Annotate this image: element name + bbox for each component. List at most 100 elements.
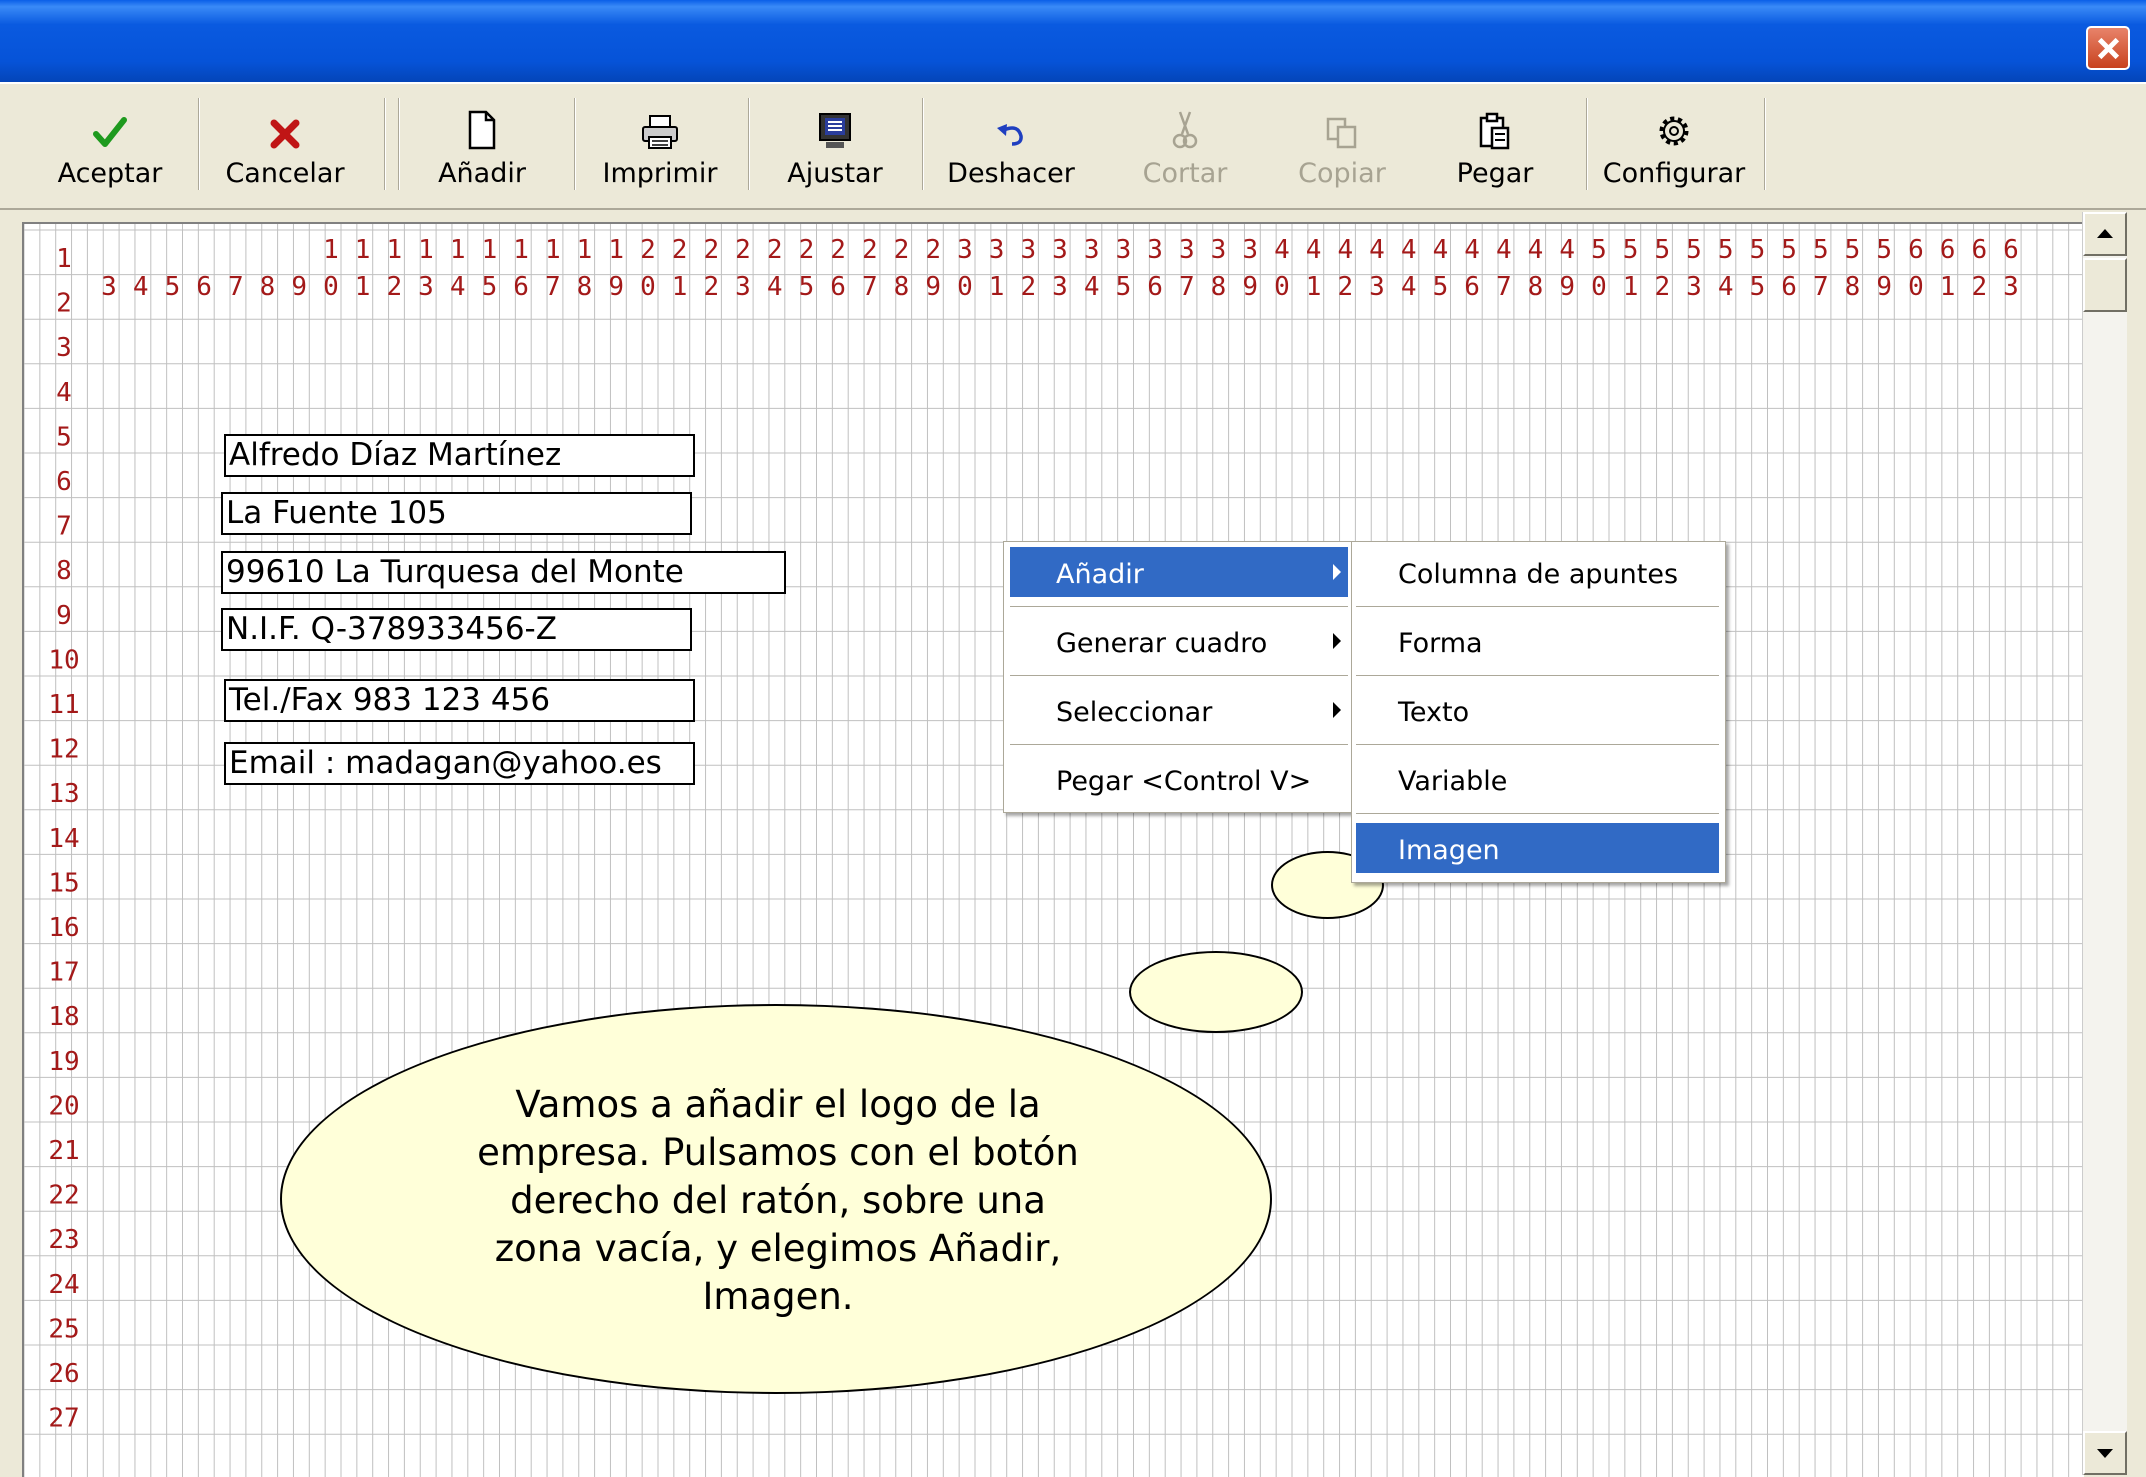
add-button[interactable]: Añadir — [432, 96, 532, 202]
column-ruler-units: 0 — [1274, 272, 1290, 302]
paste-button[interactable]: Pegar — [1447, 96, 1543, 202]
submenu-item-notes-column[interactable]: Columna de apuntes — [1356, 547, 1719, 597]
row-ruler-number: 9 — [56, 601, 72, 631]
text-field-phone[interactable]: Tel./Fax 983 123 456 — [224, 679, 695, 722]
context-menu-item-paste[interactable]: Pegar <Control V> — [1010, 754, 1348, 804]
text-field-nif[interactable]: N.I.F. Q-378933456-Z — [221, 608, 692, 651]
close-button[interactable] — [2086, 26, 2130, 70]
menu-separator — [1356, 675, 1719, 677]
column-ruler-tens: 5 — [1876, 235, 1892, 265]
scroll-down-button[interactable] — [2083, 1431, 2127, 1475]
row-ruler-number: 6 — [56, 467, 72, 497]
submenu-item-variable[interactable]: Variable — [1356, 754, 1719, 804]
text-field-name[interactable]: Alfredo Díaz Martínez — [224, 434, 695, 477]
submenu-item-label: Columna de apuntes — [1398, 559, 1679, 590]
column-ruler-units: 5 — [482, 272, 498, 302]
print-button[interactable]: Imprimir — [600, 96, 720, 202]
column-ruler-units: 9 — [1242, 272, 1258, 302]
column-ruler-units: 3 — [1052, 272, 1068, 302]
submenu-item-label: Forma — [1398, 628, 1483, 659]
fit-button[interactable]: Ajustar — [777, 96, 893, 202]
context-menu-item-select[interactable]: Seleccionar — [1010, 685, 1348, 735]
submenu: Columna de apuntes Forma Texto Variable … — [1351, 541, 1726, 883]
column-ruler-units: 8 — [1528, 272, 1544, 302]
arrow-up-icon — [2097, 229, 2113, 238]
row-ruler-number: 26 — [48, 1359, 79, 1389]
column-ruler-tens: 3 — [1242, 235, 1258, 265]
text-field-address[interactable]: La Fuente 105 — [221, 492, 692, 535]
window-titlebar — [0, 0, 2146, 82]
toolbar: Aceptar Cancelar Añadir Imprimir Ajustar… — [0, 82, 2146, 210]
copy-button[interactable]: Copiar — [1290, 96, 1394, 202]
submenu-item-label: Imagen — [1398, 835, 1500, 866]
menu-separator — [1356, 606, 1719, 608]
arrow-down-icon — [2097, 1449, 2113, 1458]
column-ruler-units: 2 — [1337, 272, 1353, 302]
column-ruler-units: 7 — [228, 272, 244, 302]
row-ruler-number: 7 — [56, 512, 72, 542]
submenu-item-text[interactable]: Texto — [1356, 685, 1719, 735]
row-ruler-number: 18 — [48, 1002, 79, 1032]
monitor-icon — [817, 96, 853, 150]
column-ruler-tens: 6 — [1908, 235, 1924, 265]
column-ruler-units: 5 — [165, 272, 181, 302]
column-ruler-tens: 4 — [1306, 235, 1322, 265]
column-ruler-tens: 4 — [1274, 235, 1290, 265]
column-ruler-tens: 1 — [577, 235, 593, 265]
column-ruler-tens: 3 — [1147, 235, 1163, 265]
column-ruler-units: 2 — [1971, 272, 1987, 302]
column-ruler-tens: 3 — [957, 235, 973, 265]
column-ruler-units: 6 — [196, 272, 212, 302]
column-ruler-units: 6 — [1464, 272, 1480, 302]
submenu-arrow-icon — [1333, 633, 1341, 649]
vertical-scrollbar[interactable] — [2082, 212, 2127, 1475]
submenu-item-shape[interactable]: Forma — [1356, 616, 1719, 666]
column-ruler-tens: 2 — [830, 235, 846, 265]
column-ruler-tens: 1 — [355, 235, 371, 265]
undo-button[interactable]: Deshacer — [946, 96, 1076, 202]
column-ruler-tens: 4 — [1528, 235, 1544, 265]
row-ruler-number: 1 — [56, 244, 72, 274]
row-ruler-number: 5 — [56, 422, 72, 452]
text-field-city[interactable]: 99610 La Turquesa del Monte — [221, 551, 786, 594]
column-ruler-units: 6 — [513, 272, 529, 302]
toolbar-separator — [398, 98, 400, 190]
submenu-arrow-icon — [1333, 702, 1341, 718]
cut-button[interactable]: Cortar — [1130, 96, 1240, 202]
context-menu-item-add[interactable]: Añadir — [1010, 547, 1348, 597]
column-ruler-units: 9 — [291, 272, 307, 302]
row-ruler-number: 15 — [48, 868, 79, 898]
context-menu-item-generate-box[interactable]: Generar cuadro — [1010, 616, 1348, 666]
menu-separator — [1356, 813, 1719, 815]
column-ruler-units: 7 — [1179, 272, 1195, 302]
paste-label: Pegar — [1456, 158, 1534, 189]
context-menu-item-label: Pegar <Control V> — [1056, 766, 1312, 797]
row-ruler-number: 8 — [56, 556, 72, 586]
column-ruler-tens: 1 — [418, 235, 434, 265]
accept-button[interactable]: Aceptar — [55, 96, 165, 202]
column-ruler-units: 2 — [1654, 272, 1670, 302]
column-ruler-units: 1 — [1623, 272, 1639, 302]
cancel-button[interactable]: Cancelar — [225, 96, 345, 202]
column-ruler-units: 1 — [989, 272, 1005, 302]
submenu-item-image[interactable]: Imagen — [1356, 823, 1719, 873]
configure-label: Configurar — [1602, 158, 1746, 189]
toolbar-separator — [922, 98, 924, 190]
scroll-up-button[interactable] — [2083, 212, 2127, 256]
column-ruler-units: 4 — [767, 272, 783, 302]
column-ruler-tens: 5 — [1781, 235, 1797, 265]
column-ruler-units: 0 — [957, 272, 973, 302]
submenu-item-label: Texto — [1398, 697, 1470, 728]
text-field-email[interactable]: Email : madagan@yahoo.es — [224, 742, 695, 785]
scroll-thumb[interactable] — [2083, 258, 2127, 312]
column-ruler-units: 7 — [1496, 272, 1512, 302]
row-ruler-number: 23 — [48, 1225, 79, 1255]
column-ruler-units: 8 — [1211, 272, 1227, 302]
configure-button[interactable]: Configurar — [1602, 96, 1746, 202]
column-ruler-tens: 1 — [513, 235, 529, 265]
column-ruler-units: 2 — [386, 272, 402, 302]
column-ruler-tens: 2 — [767, 235, 783, 265]
design-canvas[interactable]: 3456789101112131415161718192021222324252… — [22, 222, 2084, 1477]
column-ruler-tens: 2 — [799, 235, 815, 265]
column-ruler-units: 4 — [450, 272, 466, 302]
